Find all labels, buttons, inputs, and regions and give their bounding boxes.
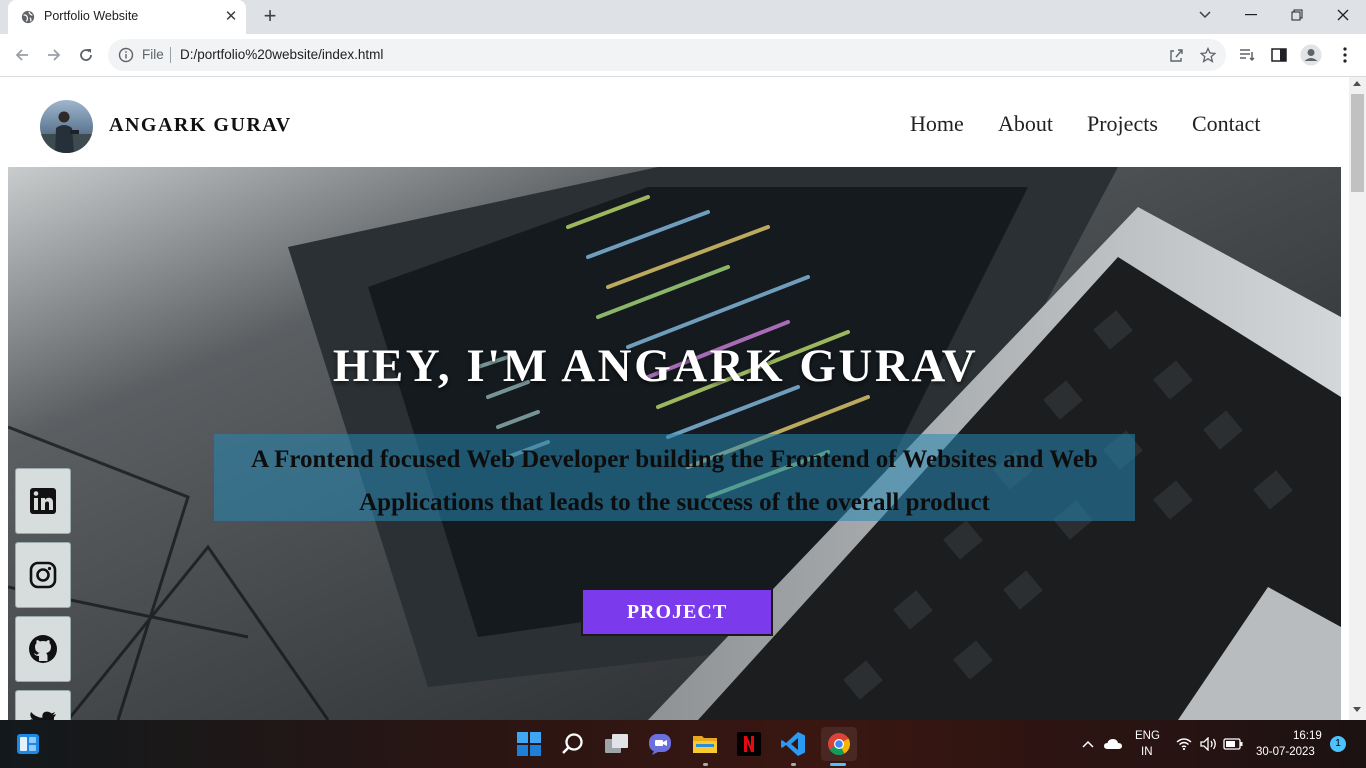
site-brand-name[interactable]: ANGARK GURAV (109, 114, 292, 137)
new-tab-icon[interactable]: + (258, 5, 282, 29)
notification-count: 1 (1335, 738, 1341, 749)
clock-date[interactable]: 30-07-2023 (1256, 746, 1315, 758)
tab-search-chevron-icon[interactable] (1182, 0, 1228, 30)
notification-badge[interactable]: 1 (1330, 736, 1346, 752)
url-scheme-label: File (142, 47, 164, 62)
vscode-running-indicator (791, 763, 796, 766)
tab-title: Portfolio Website (44, 9, 139, 23)
clock-time[interactable]: 16:19 (1293, 730, 1322, 742)
hero-subtitle-box: A Frontend focused Web Developer buildin… (214, 434, 1135, 521)
language-line1[interactable]: ENG (1135, 730, 1160, 742)
twitter-link[interactable] (15, 690, 71, 720)
file-explorer-icon[interactable] (689, 728, 721, 760)
scroll-up-arrow-icon[interactable] (1353, 81, 1361, 86)
globe-icon (21, 10, 35, 24)
url-text[interactable]: D:/portfolio%20website/index.html (180, 47, 383, 62)
scroll-down-arrow-icon[interactable] (1353, 707, 1361, 712)
explorer-running-indicator (703, 763, 708, 766)
project-button[interactable]: PROJECT (581, 588, 773, 636)
vscode-icon[interactable] (777, 728, 809, 760)
forward-arrow-icon[interactable] (40, 41, 68, 69)
nav-projects[interactable]: Projects (1087, 111, 1158, 137)
bookmark-star-icon[interactable] (1196, 43, 1220, 67)
back-arrow-icon[interactable] (8, 41, 36, 69)
tray-chevron-up-icon[interactable] (1078, 728, 1098, 760)
page-viewport: ANGARK GURAV Home About Projects Contact (0, 77, 1349, 720)
wifi-icon[interactable] (1174, 728, 1194, 760)
twitter-icon (30, 711, 56, 720)
scroll-thumb[interactable] (1351, 94, 1364, 192)
hero-title: HEY, I'M ANGARK GURAV (332, 340, 979, 392)
profile-avatar (40, 100, 93, 153)
task-view-icon[interactable] (601, 728, 633, 760)
tab-close-icon[interactable]: ✕ (222, 8, 240, 26)
hero-section: HEY, I'M ANGARK GURAV A Frontend focused… (8, 167, 1341, 720)
side-panel-icon[interactable] (1267, 43, 1291, 67)
hero-subtitle: A Frontend focused Web Developer buildin… (214, 438, 1135, 524)
search-icon[interactable] (557, 728, 589, 760)
github-link[interactable] (15, 616, 71, 682)
browser-toolbar: File D:/portfolio%20website/index.html (0, 34, 1366, 77)
hero-subtitle-line1: A Frontend focused Web Developer buildin… (251, 446, 1098, 473)
instagram-link[interactable] (15, 542, 71, 608)
linkedin-link[interactable] (15, 468, 71, 534)
language-line2[interactable]: IN (1141, 746, 1153, 758)
volume-icon[interactable] (1198, 728, 1220, 760)
address-bar[interactable]: File D:/portfolio%20website/index.html (108, 39, 1226, 71)
chrome-active-indicator (830, 763, 846, 766)
browser-tab[interactable]: Portfolio Website ✕ (8, 0, 246, 34)
kebab-menu-icon[interactable] (1333, 43, 1357, 67)
netflix-icon[interactable] (733, 728, 765, 760)
chat-icon[interactable] (645, 728, 677, 760)
widgets-icon[interactable] (12, 728, 44, 760)
browser-tab-strip: Portfolio Website ✕ + (0, 0, 1366, 34)
github-icon (29, 635, 57, 663)
profile-avatar-icon[interactable] (1299, 43, 1323, 67)
reading-list-icon[interactable] (1235, 43, 1259, 67)
chrome-icon[interactable] (821, 727, 857, 761)
url-separator (170, 47, 171, 63)
battery-icon[interactable] (1222, 728, 1244, 760)
linkedin-icon (30, 488, 56, 514)
restore-icon[interactable] (1274, 0, 1320, 30)
share-icon[interactable] (1164, 43, 1188, 67)
info-icon[interactable] (118, 47, 134, 63)
reload-icon[interactable] (72, 41, 100, 69)
close-window-icon[interactable] (1320, 0, 1366, 30)
page-scrollbar[interactable] (1349, 77, 1366, 720)
windows-taskbar: ENG IN 16:19 30-07-2023 1 (0, 720, 1366, 768)
minimize-icon[interactable] (1228, 0, 1274, 30)
windows-start-icon[interactable] (513, 728, 545, 760)
instagram-icon (29, 561, 57, 589)
nav-about[interactable]: About (998, 111, 1053, 137)
nav-home[interactable]: Home (910, 111, 964, 137)
hero-subtitle-line2: Applications that leads to the success o… (359, 489, 990, 516)
nav-contact[interactable]: Contact (1192, 111, 1260, 137)
onedrive-cloud-icon[interactable] (1100, 728, 1126, 760)
site-header: ANGARK GURAV Home About Projects Contact (0, 77, 1349, 167)
